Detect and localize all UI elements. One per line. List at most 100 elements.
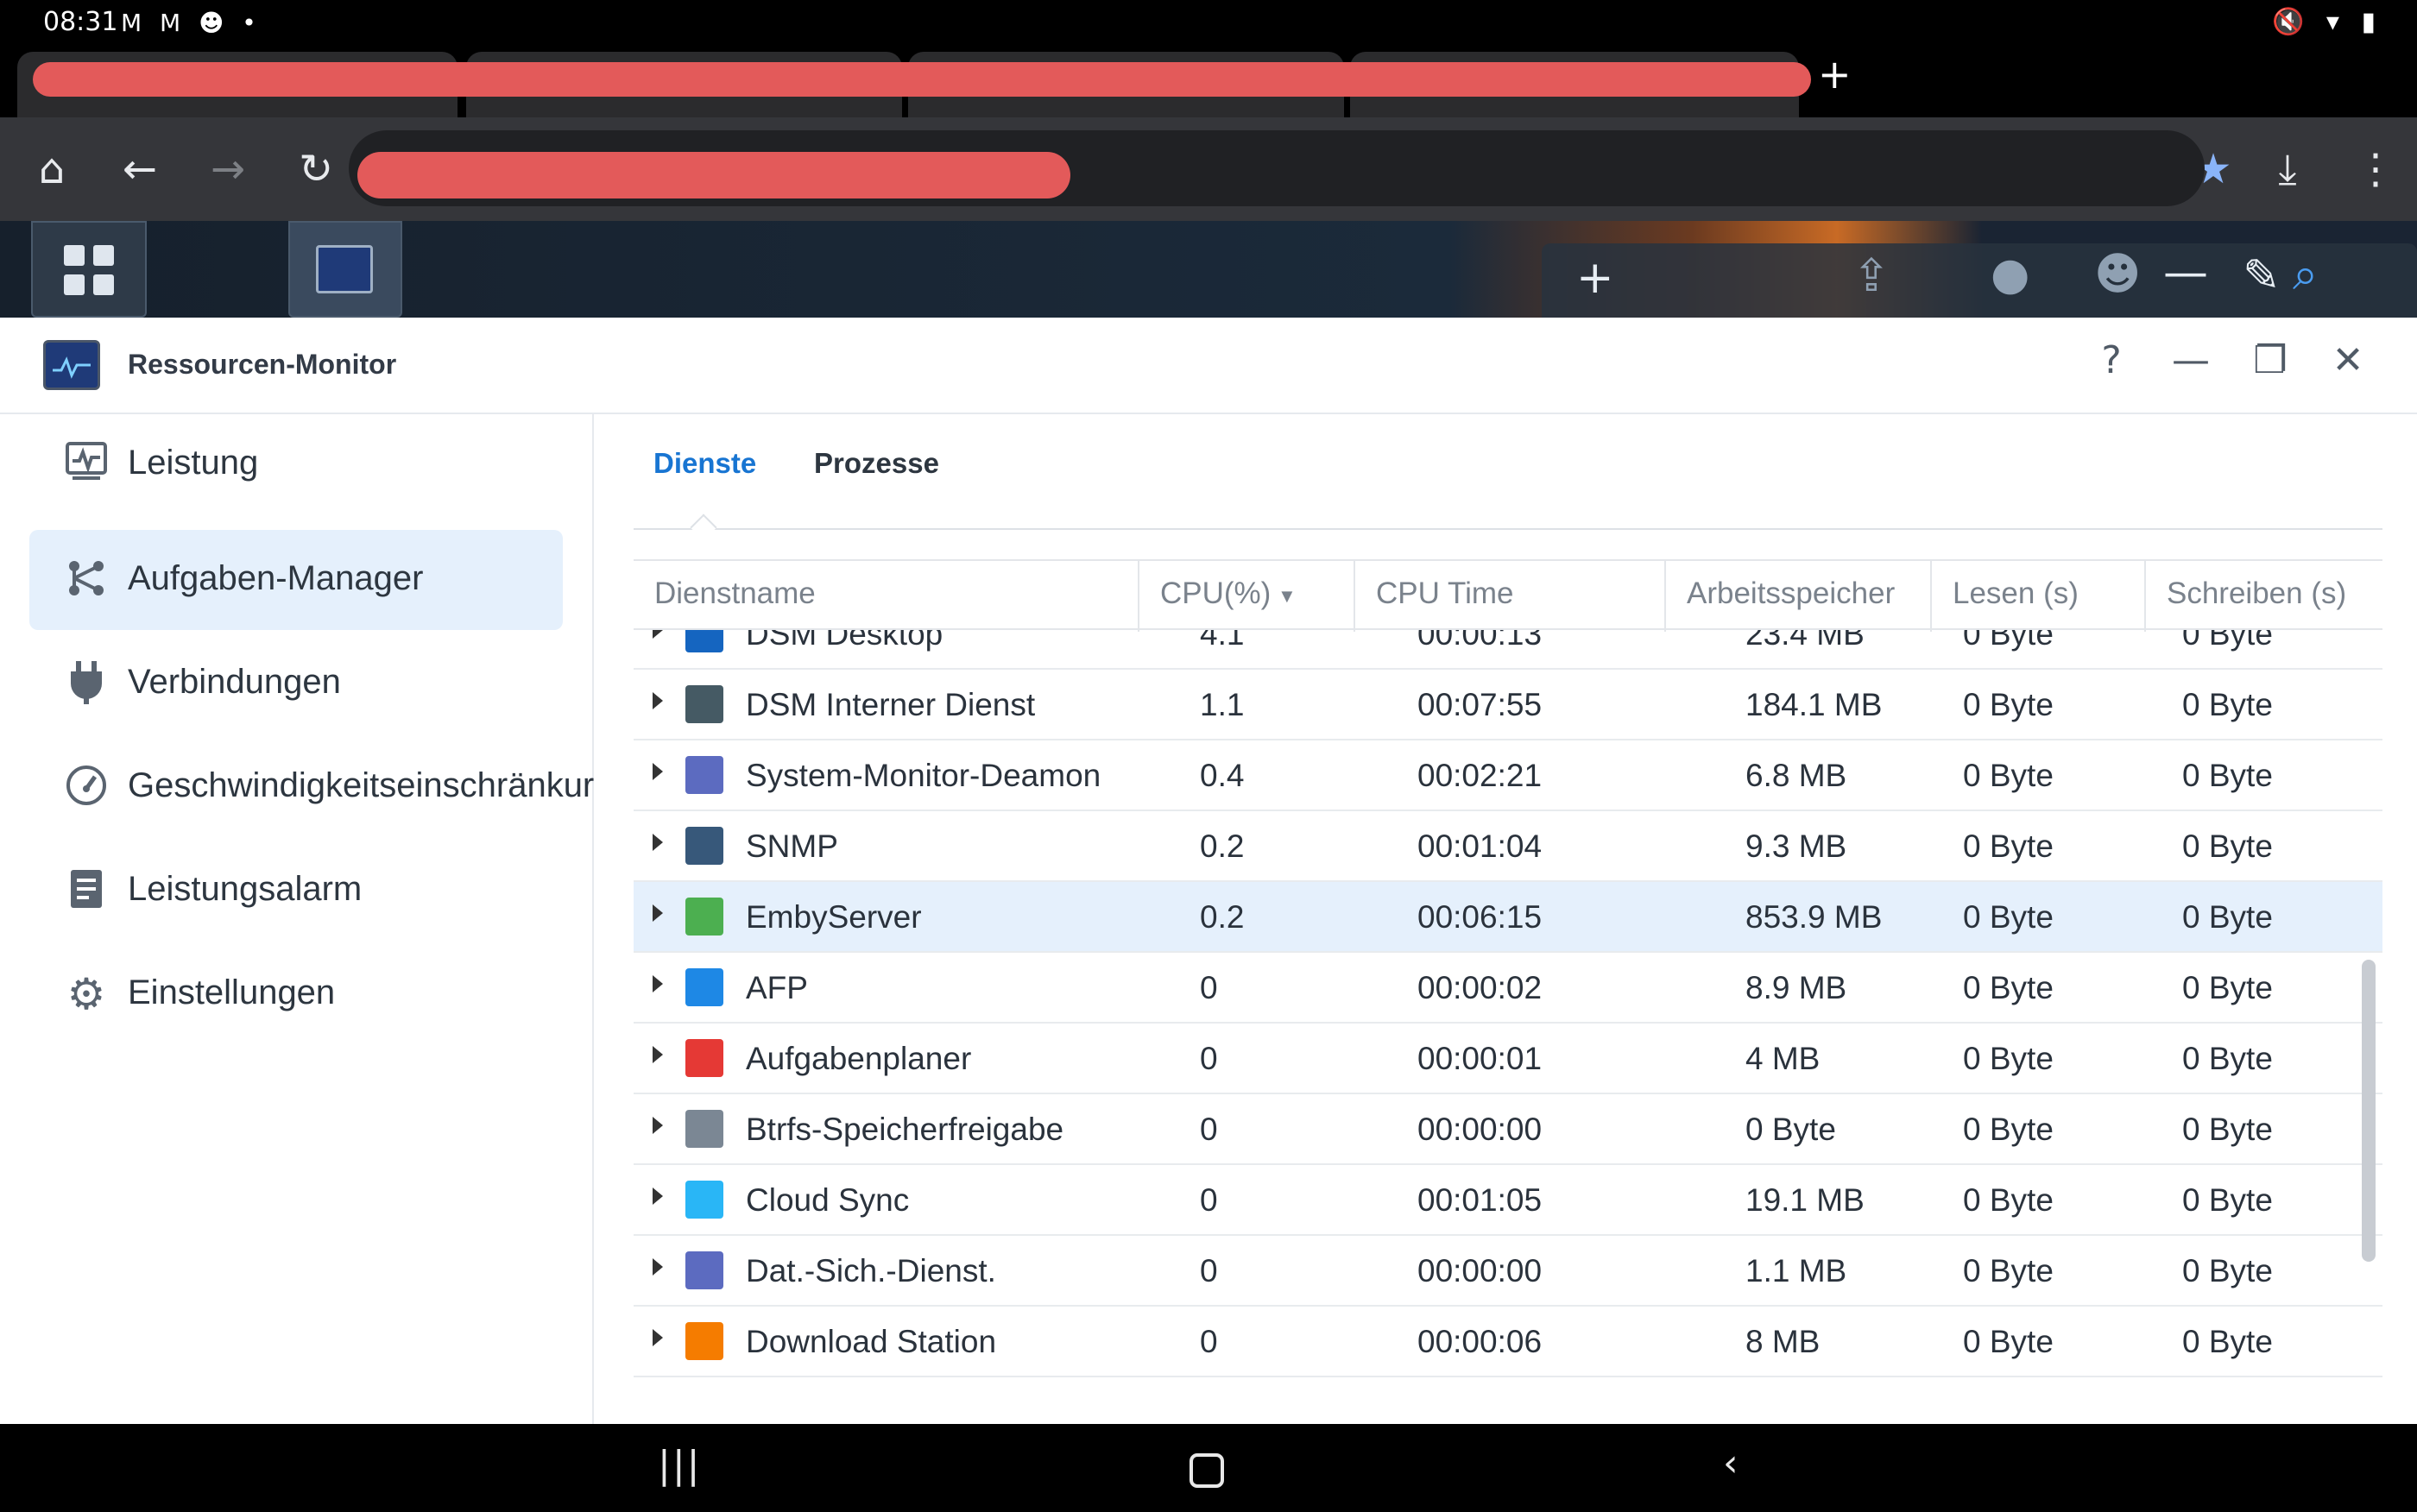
table-scrollbar[interactable] [2362, 960, 2376, 1262]
cell-arbeitsspeicher: 8.9 MB [1745, 970, 1847, 1005]
services-table: Dienstname CPU(%) ▼ CPU Time Arbeitsspei… [634, 559, 2382, 1422]
column-divider[interactable] [1664, 561, 1666, 632]
sidebar-item-einstellungen[interactable]: ⚙ Einstellungen [29, 944, 563, 1044]
table-row[interactable]: Dat.-Sich.-Dienst. 0 00:00:00 1.1 MB 0 Byte 0… [634, 1236, 2382, 1307]
window-icon [685, 1251, 723, 1289]
window-title: Ressourcen-Monitor [128, 349, 397, 380]
user-icon[interactable]: ☻ [2094, 249, 2141, 300]
cloud-sync-icon [685, 1181, 723, 1219]
expand-arrow-icon[interactable] [653, 1046, 663, 1063]
cell-cpu-time: 00:01:05 [1417, 1182, 1543, 1218]
expand-arrow-icon[interactable] [653, 1329, 663, 1346]
column-header-dienstname[interactable]: Dienstname [654, 576, 816, 611]
expand-arrow-icon[interactable] [653, 1258, 663, 1276]
sidebar-item-aufgaben-manager[interactable]: Aufgaben-Manager [29, 530, 563, 630]
tab-divider [634, 528, 2382, 530]
expand-arrow-icon[interactable] [653, 834, 663, 851]
cell-schreiben: 0 Byte [2182, 1182, 2273, 1218]
tab-dienste[interactable]: Dienste [653, 447, 756, 480]
cell-lesen: 0 Byte [1963, 899, 2054, 935]
table-row[interactable]: DSM Interner Dienst 1.1 00:07:55 184.1 MB 0 … [634, 670, 2382, 740]
cell-schreiben: 0 Byte [2182, 687, 2273, 722]
column-header-cpu-time[interactable]: CPU Time [1376, 576, 1513, 611]
cell-cpu: 0.2 [1200, 899, 1245, 935]
window-titlebar: Ressourcen-Monitor ? — ❐ ✕ [0, 318, 2417, 414]
browser-tab-strip [0, 47, 2417, 117]
sidebar-item-label: Einstellungen [128, 973, 336, 1011]
cell-cpu-time: 00:06:15 [1417, 899, 1543, 935]
cell-dienstname: DSM Interner Dienst [746, 687, 1036, 722]
pin-icon[interactable]: ✎ [2243, 250, 2281, 302]
tab-prozesse[interactable]: Prozesse [814, 447, 939, 480]
gear-icon: ⚙ [66, 969, 106, 1019]
download-arrow-icon [685, 1322, 723, 1360]
add-widget-icon[interactable]: + [1576, 252, 1614, 304]
browser-menu-icon[interactable]: ⋮ [2348, 143, 2403, 195]
table-row[interactable]: EmbyServer 0.2 00:06:15 853.9 MB 0 Byte 0 Byt… [634, 882, 2382, 953]
column-header-arbeitsspeicher[interactable]: Arbeitsspeicher [1687, 576, 1895, 611]
column-divider[interactable] [1354, 561, 1355, 632]
sidebar-item-geschwindigkeitseinschraenkung[interactable]: Geschwindigkeitseinschränkur [29, 737, 594, 837]
minimize-button[interactable]: — [2165, 338, 2217, 382]
sidebar-item-verbindungen[interactable]: Verbindungen [29, 633, 563, 734]
close-button[interactable]: ✕ [2322, 338, 2374, 382]
column-divider[interactable] [1930, 561, 1932, 632]
forward-arrow-icon[interactable]: → [200, 143, 256, 195]
resource-monitor-taskbar-button[interactable] [288, 221, 402, 318]
minimize-widgets-icon[interactable]: — [2163, 247, 2208, 299]
back-icon[interactable]: ‹ [1723, 1441, 1739, 1485]
table-row[interactable]: SNMP 0.2 00:01:04 9.3 MB 0 Byte 0 Byte [634, 811, 2382, 882]
column-divider[interactable] [2144, 561, 2146, 632]
column-header-lesen[interactable]: Lesen (s) [1953, 576, 2079, 611]
sidebar-item-leistung[interactable]: Leistung [29, 414, 563, 514]
table-row[interactable]: AFP 0 00:00:02 8.9 MB 0 Byte 0 Byte [634, 953, 2382, 1024]
table-row[interactable]: Download Station 0 00:00:06 8 MB 0 Byte 0 Byt… [634, 1307, 2382, 1377]
cell-schreiben: 0 Byte [2182, 1041, 2273, 1076]
recent-apps-icon[interactable]: ||| [658, 1443, 701, 1487]
sidebar-item-label: Leistungsalarm [128, 870, 363, 908]
upload-icon[interactable]: ⇪ [1852, 250, 1890, 302]
expand-arrow-icon[interactable] [653, 763, 663, 780]
reload-icon[interactable]: ↻ [288, 143, 344, 195]
cell-dienstname: AFP [746, 970, 808, 1005]
sidebar: Leistung Aufgaben-Manager Verbindungen G… [0, 414, 594, 1424]
speedometer-icon [64, 765, 109, 810]
download-icon[interactable]: ⤓ [2260, 143, 2315, 195]
help-button[interactable]: ? [2086, 338, 2137, 382]
expand-arrow-icon[interactable] [653, 975, 663, 992]
table-row[interactable]: System-Monitor-Deamon 0.4 00:02:21 6.8 MB 0 … [634, 740, 2382, 811]
sidebar-item-leistungsalarm[interactable]: Leistungsalarm [29, 841, 563, 941]
cell-dienstname: SNMP [746, 828, 838, 864]
home-button-icon[interactable] [1190, 1453, 1224, 1488]
active-tab-indicator [690, 513, 717, 541]
chat-icon[interactable]: ● [1991, 249, 2029, 300]
table-row[interactable]: Aufgabenplaner 0 00:00:01 4 MB 0 Byte 0 Byte [634, 1024, 2382, 1094]
cell-cpu: 0 [1200, 1182, 1218, 1218]
android-nav-bar: ||| ‹ [0, 1424, 2417, 1512]
expand-arrow-icon[interactable] [653, 692, 663, 709]
new-tab-button[interactable]: + [1818, 54, 1852, 94]
column-header-cpu[interactable]: CPU(%) [1160, 576, 1271, 611]
restore-button[interactable]: ❐ [2244, 338, 2296, 382]
cell-dienstname: EmbyServer [746, 899, 922, 935]
table-row[interactable]: Cloud Sync 0 00:01:05 19.1 MB 0 Byte 0 Byte [634, 1165, 2382, 1236]
expand-arrow-icon[interactable] [653, 1117, 663, 1134]
monitor-icon [316, 245, 373, 293]
column-divider[interactable] [1138, 561, 1139, 632]
cell-cpu: 0.2 [1200, 828, 1245, 864]
sort-descending-icon: ▼ [1278, 585, 1297, 607]
expand-arrow-icon[interactable] [653, 904, 663, 922]
search-icon[interactable]: ⌕ [2293, 249, 2318, 301]
table-row[interactable]: Btrfs-Speicherfreigabe 0 00:00:00 0 Byte 0 B… [634, 1094, 2382, 1165]
back-arrow-icon[interactable]: ← [112, 143, 167, 195]
home-icon[interactable]: ⌂ [24, 143, 79, 195]
terminal-icon [685, 827, 723, 865]
column-header-schreiben[interactable]: Schreiben (s) [2167, 576, 2346, 611]
cell-dienstname: Download Station [746, 1324, 997, 1359]
emby-icon [685, 898, 723, 936]
expand-arrow-icon[interactable] [653, 1188, 663, 1205]
main-menu-button[interactable] [31, 221, 147, 318]
cell-schreiben: 0 Byte [2182, 899, 2273, 935]
sidebar-item-label: Geschwindigkeitseinschränkur [128, 766, 595, 804]
cell-lesen: 0 Byte [1963, 1324, 2054, 1359]
